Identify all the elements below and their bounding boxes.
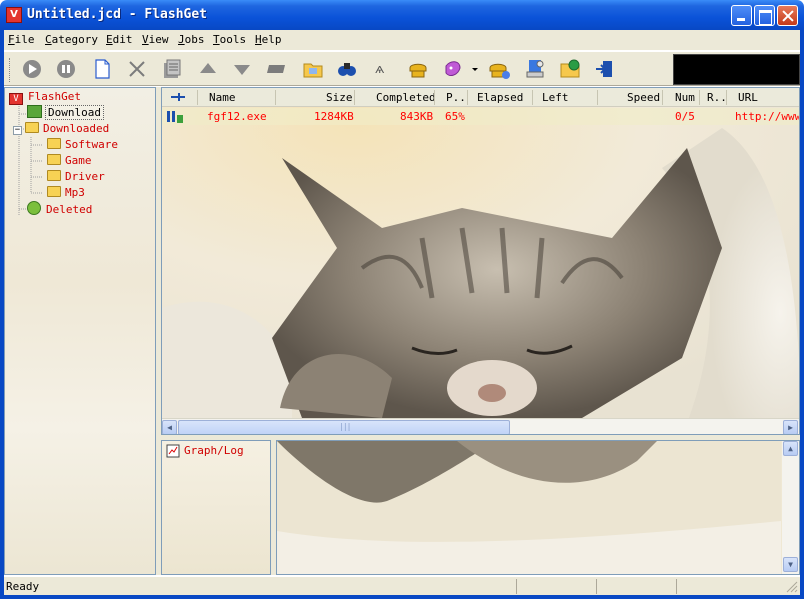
menu-edit[interactable]: Edit: [106, 33, 133, 46]
column-percent[interactable]: P..: [446, 91, 466, 104]
tree-node-downloaded[interactable]: − Downloaded: [13, 121, 109, 137]
tree-node-driver[interactable]: Driver: [47, 169, 105, 185]
download-folder-icon: [27, 105, 42, 118]
menu-bar: File Category Edit View Jobs Tools Help: [4, 30, 800, 50]
folder-icon: [47, 170, 61, 181]
graph-log-label[interactable]: Graph/Log: [184, 444, 244, 457]
menu-jobs[interactable]: Jobs: [178, 33, 205, 46]
svg-text:ѧ: ѧ: [375, 62, 385, 76]
speed-display-panel: [673, 54, 800, 85]
find-next-icon[interactable]: ѧ: [372, 58, 394, 80]
toolbar: ѧ: [4, 51, 800, 86]
column-size[interactable]: Size: [326, 91, 353, 104]
title-bar: V Untitled.jcd - FlashGet: [0, 0, 804, 30]
status-panel: [676, 579, 786, 594]
downloading-status-icon: [167, 111, 183, 123]
folder-open-icon[interactable]: [302, 58, 324, 80]
new-job-icon[interactable]: [91, 58, 113, 80]
column-completed[interactable]: Completed: [376, 91, 436, 104]
tree-node-deleted[interactable]: Deleted: [27, 201, 92, 217]
menu-view[interactable]: View: [142, 33, 169, 46]
dropdown-arrow-icon[interactable]: [469, 58, 481, 80]
category-tree: V FlashGet Download − Downloaded Software …: [4, 87, 156, 575]
status-panel: [516, 579, 596, 594]
maximize-button[interactable]: [754, 5, 775, 26]
kitten-background-image: [162, 88, 799, 434]
graph-icon: [166, 444, 180, 458]
collapse-icon[interactable]: −: [13, 126, 22, 135]
menu-category[interactable]: Category: [45, 33, 98, 46]
window-frame-bottom: [0, 595, 804, 599]
close-button[interactable]: [777, 5, 798, 26]
start-icon[interactable]: [21, 58, 43, 80]
move-up-icon[interactable]: [197, 58, 219, 80]
menu-file[interactable]: File: [8, 33, 35, 46]
dial-icon[interactable]: [407, 58, 429, 80]
graph-log-pane: Graph/Log: [161, 440, 271, 575]
flashget-app-icon[interactable]: V: [6, 7, 22, 23]
column-r[interactable]: R..: [707, 91, 727, 104]
column-left[interactable]: Left: [542, 91, 569, 104]
folder-open-icon: [25, 122, 39, 133]
site-explorer-icon[interactable]: [559, 58, 581, 80]
status-text: Ready: [6, 580, 40, 593]
dropzone-icon[interactable]: [266, 58, 288, 80]
list-header: Name Size Completed P.. Elapsed Left Spe…: [162, 88, 799, 107]
folder-icon: [47, 138, 61, 149]
table-row[interactable]: fgf12.exe 1284KB 843KB 65% 0/5 http://ww…: [162, 108, 799, 125]
recycle-bin-icon: [27, 201, 41, 215]
job-list: Name Size Completed P.. Elapsed Left Spe…: [161, 87, 800, 435]
resize-grip-icon[interactable]: [786, 581, 798, 593]
menu-tools[interactable]: Tools: [213, 33, 246, 46]
scroll-down-icon[interactable]: ▼: [783, 557, 798, 572]
kitten-paw-background-image: [277, 441, 781, 574]
folder-icon: [47, 186, 61, 197]
status-panel: [596, 579, 676, 594]
pause-icon[interactable]: [55, 58, 77, 80]
tree-node-game[interactable]: Game: [47, 153, 92, 169]
folder-icon: [47, 154, 61, 165]
column-elapsed[interactable]: Elapsed: [477, 91, 523, 104]
tree-node-download[interactable]: Download: [27, 105, 104, 121]
move-down-icon[interactable]: [231, 58, 253, 80]
minimize-button[interactable]: [731, 5, 752, 26]
column-speed[interactable]: Speed: [627, 91, 660, 104]
job-name: fgf12.exe: [207, 110, 267, 123]
tree-node-software[interactable]: Software: [47, 137, 118, 153]
hangup-icon[interactable]: [488, 58, 510, 80]
menu-help[interactable]: Help: [255, 33, 282, 46]
column-url[interactable]: URL: [738, 91, 758, 104]
toolbar-grip[interactable]: [9, 58, 12, 82]
horizontal-scrollbar[interactable]: ◀ ▶: [162, 418, 799, 434]
job-percent: 65%: [445, 110, 465, 123]
column-num[interactable]: Num: [675, 91, 695, 104]
delete-icon[interactable]: [126, 58, 148, 80]
job-completed: 843KB: [400, 110, 434, 123]
pin-icon[interactable]: [170, 91, 186, 104]
color-icon[interactable]: [442, 58, 464, 80]
scroll-up-icon[interactable]: ▲: [783, 441, 798, 456]
window-title: Untitled.jcd - FlashGet: [27, 7, 208, 22]
tree-node-mp3[interactable]: Mp3: [47, 185, 85, 201]
status-bar: Ready: [4, 576, 800, 595]
column-name[interactable]: Name: [209, 91, 236, 104]
vertical-scrollbar[interactable]: ▲ ▼: [782, 441, 799, 574]
flashget-logo-icon: V: [9, 93, 23, 105]
properties-icon[interactable]: [161, 58, 183, 80]
scrollbar-thumb[interactable]: [178, 420, 510, 434]
log-view: ▲ ▼: [276, 440, 800, 575]
job-size: 1284KB: [314, 110, 354, 123]
scroll-left-icon[interactable]: ◀: [162, 420, 177, 434]
options-icon[interactable]: [524, 58, 546, 80]
find-icon[interactable]: [336, 58, 358, 80]
job-num: 0/5: [675, 110, 695, 123]
job-url: http://www.: [735, 110, 799, 123]
scroll-right-icon[interactable]: ▶: [783, 420, 798, 434]
window-frame-right: [800, 30, 804, 599]
tree-node-flashget[interactable]: V FlashGet: [9, 89, 81, 105]
exit-icon[interactable]: [594, 58, 616, 80]
